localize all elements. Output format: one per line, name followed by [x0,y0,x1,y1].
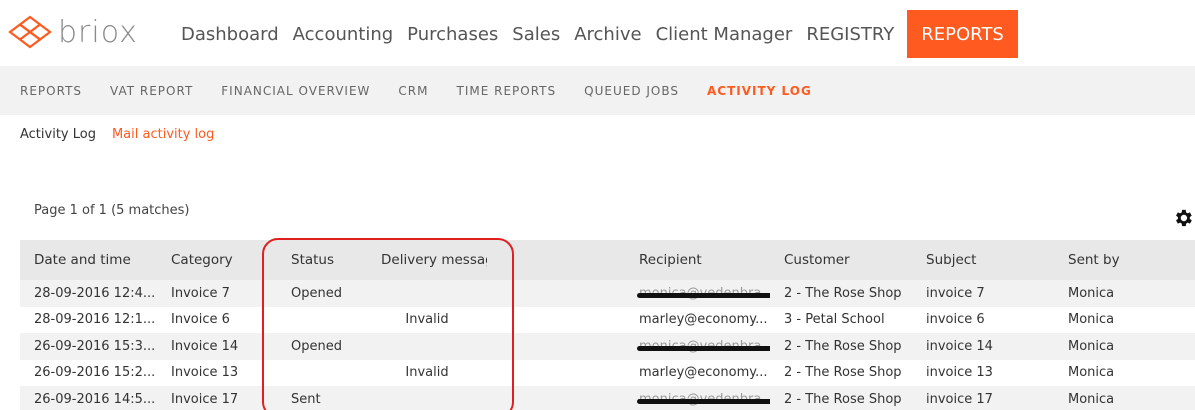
cell-category: Invoice 7 [171,285,230,301]
cell-status: Opened [291,285,342,301]
gear-icon[interactable] [1172,207,1194,229]
nav-item-accounting[interactable]: Accounting [286,10,401,58]
cell-category: Invoice 6 [171,312,230,328]
cell-category: Invoice 17 [171,391,239,407]
cell-date: 28-09-2016 12:1... [34,312,156,328]
cell-date: 26-09-2016 15:3... [34,338,156,354]
subnav-financial-overview[interactable]: FINANCIAL OVERVIEW [221,84,370,98]
pagination-info: Page 1 of 1 (5 matches) [34,203,190,218]
table-header-row: Date and time Category Status Delivery m… [20,240,1195,280]
cell-sent-by: Monica [1068,285,1115,301]
subnav-reports[interactable]: REPORTS [20,84,82,98]
top-navigation: briox Dashboard Accounting Purchases Sal… [0,0,1195,58]
tab-activity-log[interactable]: Activity Log [20,127,96,142]
cell-sent-by: Monica [1068,312,1115,328]
cell-recipient: marley@economy... [639,312,768,328]
subnav-vat-report[interactable]: VAT REPORT [110,84,193,98]
cell-delivery-message: Invalid [405,365,449,381]
cell-recipient: monica@vedenbra... [625,386,770,410]
cell-delivery-message [367,280,487,307]
cell-spacer [487,280,625,307]
cell-category: Invoice 14 [171,338,239,354]
column-header-date[interactable]: Date and time [20,240,157,280]
main-nav: Dashboard Accounting Purchases Sales Arc… [174,10,1018,58]
table-row[interactable]: 26-09-2016 15:3... Invoice 14 Opened mon… [20,333,1195,360]
cell-spacer [487,386,625,410]
subnav-activity-log[interactable]: ACTIVITY LOG [707,84,812,98]
cell-sent-by: Monica [1068,365,1115,381]
cell-spacer [487,333,625,360]
cell-sent-by: Monica [1068,391,1115,407]
cell-status [277,360,367,387]
cell-customer: 2 - The Rose Shop [784,338,902,354]
table-row[interactable]: 26-09-2016 14:5... Invoice 17 Sent monic… [20,386,1195,410]
redacted-recipient: monica@vedenbra... [637,339,770,354]
column-header-status[interactable]: Status [277,240,367,280]
cell-customer: 2 - The Rose Shop [784,391,902,407]
cell-date: 26-09-2016 15:2... [34,365,156,381]
cell-sent-by: Monica [1068,338,1115,354]
cell-customer: 2 - The Rose Shop [784,285,902,301]
brand-name: briox [58,14,138,50]
nav-item-archive[interactable]: Archive [567,10,648,58]
briox-logo[interactable]: briox [8,14,138,50]
cell-recipient: monica@vedenbra... [625,333,770,360]
cell-status [277,307,367,334]
table-row[interactable]: 28-09-2016 12:4... Invoice 7 Opened moni… [20,280,1195,307]
cell-recipient: monica@vedenbra... [625,280,770,307]
log-tabs: Activity Log Mail activity log [20,127,230,142]
cell-date: 28-09-2016 12:4... [34,285,156,301]
redacted-recipient: monica@vedenbra... [637,392,770,407]
mail-activity-table: Date and time Category Status Delivery m… [20,240,1195,410]
table-row[interactable]: 28-09-2016 12:1... Invoice 6 Invalid mar… [20,306,1195,334]
cell-status: Sent [291,391,321,407]
sub-navigation: REPORTS VAT REPORT FINANCIAL OVERVIEW CR… [0,66,1195,115]
cell-delivery-message: Invalid [405,312,449,328]
cell-subject: invoice 6 [926,312,985,328]
cell-spacer [487,307,625,334]
column-header-spacer [487,240,625,280]
column-header-recipient[interactable]: Recipient [625,240,770,280]
nav-item-dashboard[interactable]: Dashboard [174,10,286,58]
subnav-queued-jobs[interactable]: QUEUED JOBS [584,84,679,98]
tab-mail-activity-log[interactable]: Mail activity log [112,127,214,142]
cell-subject: invoice 17 [926,391,993,407]
redacted-recipient: monica@vedenbra... [637,286,770,301]
cell-spacer [487,360,625,387]
nav-item-purchases[interactable]: Purchases [400,10,505,58]
cell-delivery-message [367,386,487,410]
cell-date: 26-09-2016 14:5... [34,391,156,407]
column-header-customer[interactable]: Customer [770,240,912,280]
nav-item-reports[interactable]: REPORTS [907,10,1018,58]
cell-subject: invoice 13 [926,365,993,381]
cell-customer: 2 - The Rose Shop [784,365,902,381]
briox-logo-icon [8,15,52,49]
cell-delivery-message [367,333,487,360]
nav-item-sales[interactable]: Sales [505,10,567,58]
cell-subject: invoice 7 [926,285,985,301]
nav-item-client-manager[interactable]: Client Manager [649,10,800,58]
column-header-subject[interactable]: Subject [912,240,1054,280]
table-row[interactable]: 26-09-2016 15:2... Invoice 13 Invalid ma… [20,359,1195,387]
cell-customer: 3 - Petal School [784,312,885,328]
column-header-delivery-message[interactable]: Delivery message [367,240,487,280]
nav-item-registry[interactable]: REGISTRY [799,10,901,58]
column-header-sent-by[interactable]: Sent by [1054,240,1195,280]
cell-recipient: marley@economy... [639,365,768,381]
subnav-time-reports[interactable]: TIME REPORTS [457,84,557,98]
column-header-category[interactable]: Category [157,240,277,280]
cell-subject: invoice 14 [926,338,993,354]
subnav-crm[interactable]: CRM [398,84,428,98]
cell-category: Invoice 13 [171,365,239,381]
cell-status: Opened [291,338,342,354]
